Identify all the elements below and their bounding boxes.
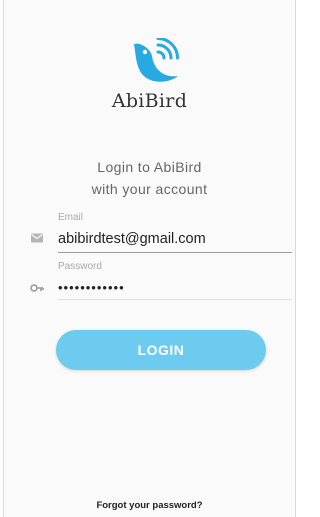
app-name: AbiBird: [111, 90, 188, 112]
email-underline: [58, 252, 292, 253]
heading-line-1: Login to AbiBird: [97, 159, 202, 175]
forgot-password-link[interactable]: Forgot your password?: [4, 500, 295, 511]
email-label: Email: [58, 212, 84, 223]
mail-icon: [31, 233, 43, 243]
key-icon: [30, 284, 44, 292]
heading-line-2: with your account: [91, 181, 208, 197]
abibird-logo-icon: [134, 38, 179, 82]
login-screen: AbiBird Login to AbiBird with your accou…: [3, 0, 296, 517]
login-button[interactable]: LOGIN: [56, 330, 266, 370]
login-heading: Login to AbiBird with your account: [4, 156, 295, 200]
password-field[interactable]: ••••••••••••: [58, 280, 292, 296]
password-label: Password: [58, 261, 102, 272]
password-underline: [58, 299, 292, 300]
email-field[interactable]: [58, 228, 292, 250]
